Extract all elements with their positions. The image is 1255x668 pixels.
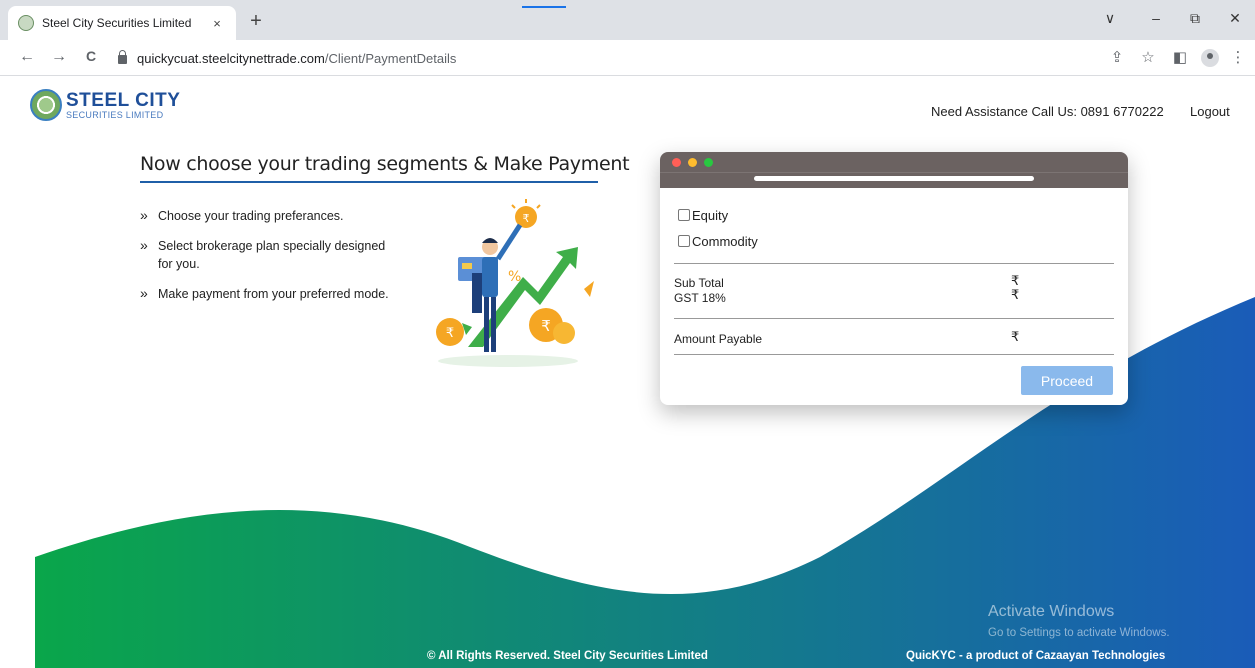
sub-total-label: Sub Total (674, 276, 724, 290)
svg-text:₹: ₹ (541, 317, 551, 335)
browser-tab[interactable]: Steel City Securities Limited × (8, 6, 236, 40)
reload-icon[interactable]: C (80, 48, 102, 64)
segment-equity-checkbox[interactable]: Equity (674, 202, 1114, 228)
amount-payable-value: ₹ (1011, 329, 1020, 344)
activate-windows-subtitle: Go to Settings to activate Windows. (988, 627, 1170, 639)
list-item: » Choose your trading preferances. (140, 207, 400, 225)
loading-indicator (522, 6, 566, 8)
brand-logo[interactable]: STEEL CITY SECURITIES LIMITED (30, 89, 180, 121)
tab-close-icon[interactable]: × (208, 16, 226, 31)
browser-toolbar: ← → C quickycuat.steelcitynettrade.com/C… (0, 40, 1255, 76)
title-underline (140, 181, 598, 183)
card-window-bar (660, 152, 1128, 172)
segment-options: Equity Commodity (674, 202, 1114, 254)
segment-label: Equity (692, 207, 729, 223)
forward-icon[interactable]: → (48, 48, 70, 66)
minimize-icon[interactable]: – (1141, 10, 1171, 26)
logout-link[interactable]: Logout (1190, 104, 1230, 119)
share-icon[interactable]: ⇪ (1107, 48, 1127, 66)
divider (674, 354, 1114, 355)
window-dot-yellow-icon (688, 158, 697, 167)
url-path: /Client/PaymentDetails (324, 50, 457, 66)
side-panel-icon[interactable]: ◧ (1170, 48, 1190, 66)
tab-title: Steel City Securities Limited (42, 16, 192, 30)
tab-search-icon[interactable]: ∨ (1095, 10, 1125, 27)
checkbox-icon[interactable] (678, 235, 690, 247)
list-item-text: Select brokerage plan specially designed… (158, 239, 386, 271)
svg-text:₹: ₹ (523, 212, 530, 225)
window-dot-green-icon (704, 158, 713, 167)
browser-tab-bar: Steel City Securities Limited × + ∨ – ⧉ … (0, 0, 1255, 40)
card-address-bar (660, 172, 1128, 188)
new-tab-button[interactable]: + (244, 11, 268, 31)
activate-windows-title: Activate Windows (988, 603, 1115, 620)
svg-text:₹: ₹ (446, 326, 454, 341)
payment-card: Equity Commodity Sub Total ₹ GST 18% ₹ A… (660, 152, 1128, 405)
checkbox-icon[interactable] (678, 209, 690, 221)
segment-commodity-checkbox[interactable]: Commodity (674, 228, 1114, 254)
restore-icon[interactable]: ⧉ (1180, 10, 1210, 27)
copyright-text: © All Rights Reserved. Steel City Securi… (427, 650, 708, 662)
double-chevron-icon: » (140, 237, 148, 253)
finance-illustration: ₹ ₹ ₹ % (436, 199, 594, 367)
amount-payable-label: Amount Payable (674, 332, 763, 346)
window-close-icon[interactable]: ✕ (1220, 10, 1250, 27)
gst-label: GST 18% (674, 291, 726, 305)
divider (674, 263, 1114, 264)
site-favicon-icon (18, 15, 34, 31)
steps-list: » Choose your trading preferances. » Sel… (140, 207, 400, 315)
page-title: Now choose your trading segments & Make … (140, 153, 630, 175)
double-chevron-icon: » (140, 207, 148, 223)
lock-icon (118, 49, 127, 64)
url-host: quickycuat.steelcitynettrade.com (137, 50, 325, 66)
logo-emblem-icon (30, 89, 62, 121)
list-item: » Select brokerage plan specially design… (140, 237, 400, 273)
list-item-text: Make payment from your preferred mode. (158, 287, 389, 301)
svg-text:%: % (508, 269, 521, 285)
logo-name: STEEL CITY (66, 89, 181, 111)
card-url-placeholder (754, 176, 1034, 181)
back-icon[interactable]: ← (16, 48, 38, 66)
logo-subtitle: SECURITIES LIMITED (66, 109, 164, 120)
address-bar[interactable]: quickycuat.steelcitynettrade.com/Client/… (110, 45, 1110, 71)
window-dot-red-icon (672, 158, 681, 167)
segment-label: Commodity (692, 233, 758, 249)
profile-avatar-icon[interactable] (1201, 49, 1219, 67)
assistance-contact: Need Assistance Call Us: 0891 6770222 (931, 104, 1164, 119)
browser-menu-icon[interactable]: ⋮ (1228, 48, 1248, 66)
double-chevron-icon: » (140, 285, 148, 301)
divider (674, 318, 1114, 319)
list-item-text: Choose your trading preferances. (158, 209, 344, 223)
proceed-button[interactable]: Proceed (1021, 366, 1113, 395)
list-item: » Make payment from your preferred mode. (140, 285, 400, 303)
page-content: STEEL CITY SECURITIES LIMITED Need Assis… (0, 77, 1255, 668)
product-credit: QuicKYC - a product of Cazaayan Technolo… (906, 650, 1166, 662)
gst-value: ₹ (1011, 287, 1020, 302)
bookmark-star-icon[interactable]: ☆ (1138, 48, 1158, 66)
